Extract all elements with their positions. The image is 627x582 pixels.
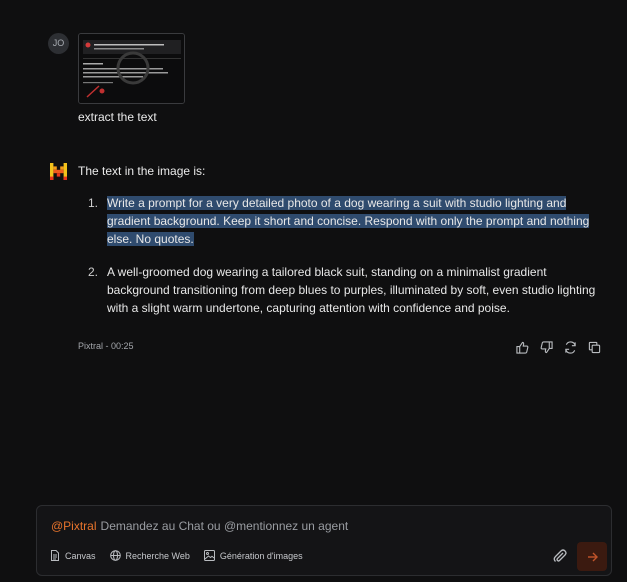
thumbs-down-icon [540, 341, 553, 354]
image-icon [203, 550, 215, 561]
user-avatar: JO [48, 33, 69, 54]
message-composer: @Pixtral Demandez au Chat ou @mentionnez … [36, 505, 612, 576]
list-item: 1. Write a prompt for a very detailed ph… [88, 194, 598, 248]
image-generation-label: Génération d'images [219, 550, 303, 561]
answer-list: 1. Write a prompt for a very detailed ph… [88, 194, 598, 332]
response-meta: Pixtral - 00:25 [78, 341, 134, 351]
web-search-button[interactable]: Recherche Web [109, 550, 190, 561]
assistant-intro: The text in the image is: [78, 164, 206, 178]
document-icon [51, 550, 59, 561]
thumbs-down-button[interactable] [539, 340, 554, 355]
agent-mention[interactable]: @Pixtral [51, 519, 97, 533]
web-search-label: Recherche Web [125, 550, 190, 561]
copy-icon [588, 341, 601, 354]
globe-icon [109, 550, 121, 561]
list-item-number: 1. [88, 196, 99, 210]
image-generation-button[interactable]: Génération d'images [203, 550, 303, 561]
user-message-text: extract the text [78, 110, 157, 124]
thumbs-up-button[interactable] [515, 340, 530, 355]
canvas-label: Canvas [65, 550, 96, 561]
arrow-right-icon [587, 552, 598, 561]
mistral-logo-icon [50, 163, 67, 180]
paperclip-icon[interactable] [552, 548, 568, 564]
send-button[interactable] [577, 542, 607, 571]
copy-button[interactable] [587, 340, 602, 355]
chat-input-placeholder: Demandez au Chat ou @mentionnez un agent [100, 519, 349, 533]
avatar-initials: JO [52, 38, 65, 48]
regenerate-icon [565, 341, 576, 354]
attached-image-thumbnail[interactable] [78, 33, 185, 104]
response-actions [515, 340, 602, 355]
canvas-button[interactable]: Canvas [50, 550, 96, 561]
chat-page: JO extract the text The text in the imag… [0, 0, 627, 582]
composer-tools: Canvas Recherche Web Génération d'images [50, 550, 303, 561]
regenerate-button[interactable] [563, 340, 578, 355]
list-item-text-selected[interactable]: Write a prompt for a very detailed photo… [107, 196, 590, 246]
list-item-text[interactable]: A well-groomed dog wearing a tailored bl… [107, 265, 595, 315]
list-item-number: 2. [88, 265, 99, 279]
chat-input[interactable]: @Pixtral Demandez au Chat ou @mentionnez … [51, 519, 348, 533]
list-item: 2. A well-groomed dog wearing a tailored… [88, 263, 598, 317]
thumbs-up-icon [516, 341, 529, 354]
